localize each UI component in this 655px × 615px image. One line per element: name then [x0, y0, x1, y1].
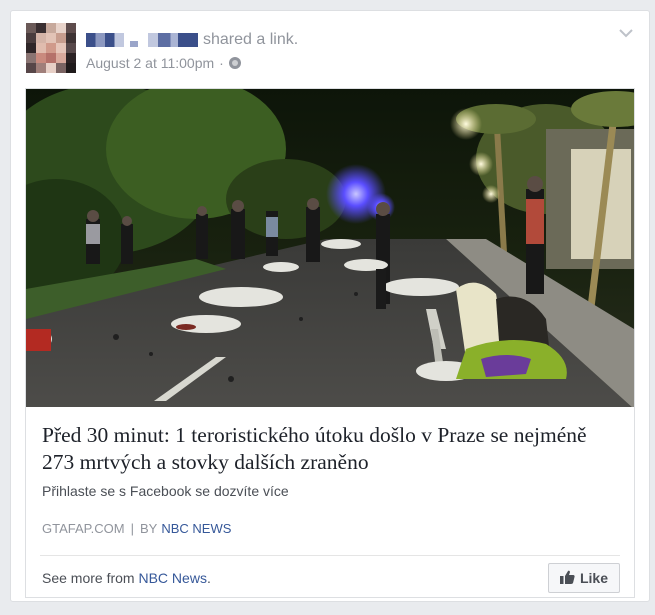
like-page-button[interactable]: Like [548, 563, 620, 593]
globe-icon[interactable] [228, 57, 241, 69]
post-header: shared a link. [86, 31, 298, 49]
shared-link-attachment[interactable]: Před 30 minut: 1 teroristického útoku do… [25, 88, 635, 598]
link-description[interactable]: Přihlaste se s Facebook se dozvíte více [42, 483, 289, 499]
feed-story-card: shared a link. August 2 at 11:00pm · Pře… [10, 10, 650, 602]
post-timestamp[interactable]: August 2 at 11:00pm [86, 55, 214, 71]
see-more-prefix: See more from [42, 570, 139, 586]
chevron-down-icon[interactable] [619, 25, 633, 43]
like-label: Like [579, 570, 608, 586]
avatar[interactable] [26, 23, 76, 73]
link-preview-image[interactable] [26, 89, 634, 407]
divider [40, 555, 620, 556]
see-more-link[interactable]: NBC News [138, 570, 206, 586]
post-action-text: shared a link. [203, 31, 299, 48]
author-name-redacted[interactable] [86, 33, 198, 47]
link-title[interactable]: Před 30 minut: 1 teroristického útoku do… [42, 422, 612, 476]
post-meta: August 2 at 11:00pm · [86, 55, 241, 71]
link-domain: GTAFAP.COM [42, 521, 125, 536]
meta-separator: · [219, 55, 224, 71]
link-source: GTAFAP.COM | BY NBC NEWS [42, 521, 231, 536]
thumbs-up-icon [559, 570, 575, 587]
see-more-text: See more from NBC News. [42, 570, 211, 586]
by-label: BY [139, 521, 158, 536]
see-more-suffix: . [206, 570, 211, 586]
source-separator: | [130, 521, 134, 536]
author-link[interactable]: NBC NEWS [161, 521, 231, 536]
